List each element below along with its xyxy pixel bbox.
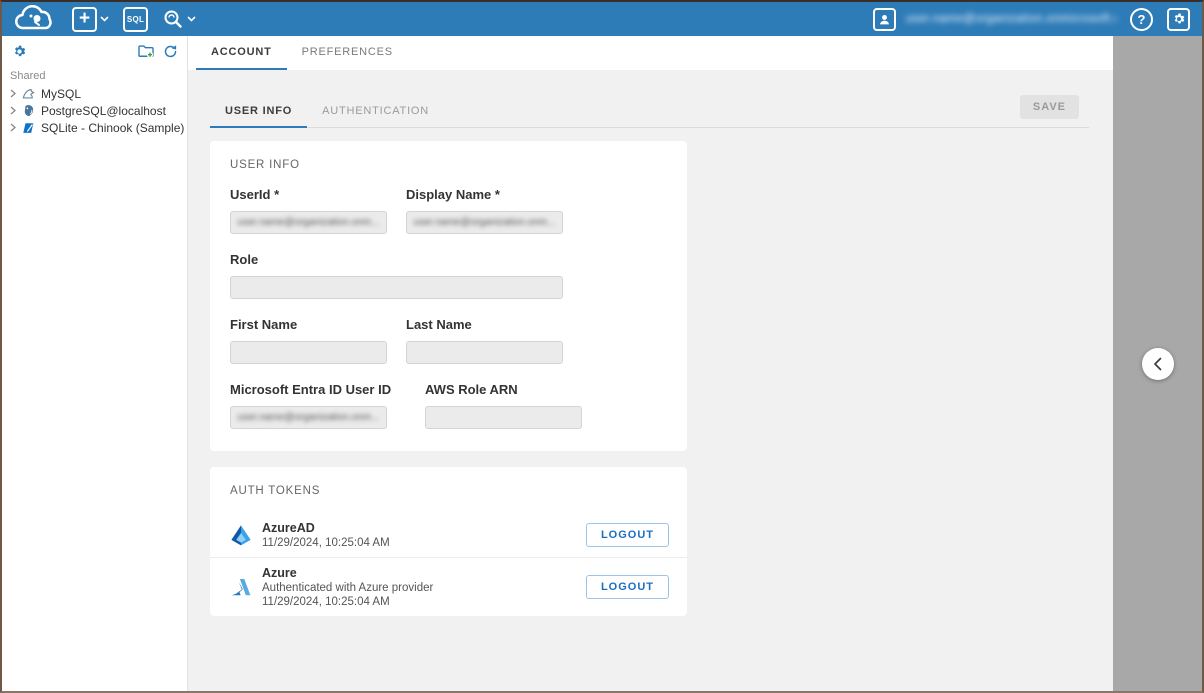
page-tabs: ACCOUNT PREFERENCES (188, 36, 1113, 70)
top-bar: + SQL (2, 2, 1202, 36)
display-name-label: Display Name * (406, 187, 563, 202)
redacted-value: user.name@organization.onm... (238, 412, 380, 423)
postgresql-elephant-icon (22, 103, 37, 118)
tree-section-label: Shared (2, 62, 187, 85)
help-button[interactable]: ? (1130, 8, 1153, 31)
sidebar-toolbar (2, 36, 187, 62)
user-email-redacted: user.name@organization.onmicrosoft.com (906, 13, 1116, 25)
userid-label: UserId * (230, 187, 387, 202)
expand-chevron-icon[interactable] (10, 89, 18, 99)
token-text: AzureAD 11/29/2024, 10:25:04 AM (262, 521, 586, 549)
role-field: Role (230, 252, 563, 299)
entra-id-label: Microsoft Entra ID User ID (230, 382, 410, 397)
user-info-section-title: USER INFO (230, 159, 667, 171)
sqlite-icon (22, 120, 37, 135)
field-row: First Name Last Name (230, 317, 667, 364)
tree-item-postgresql[interactable]: PostgreSQL@localhost (2, 102, 187, 119)
tree-item-label: MySQL (41, 87, 81, 101)
navigation-sidebar: Shared MySQL (2, 36, 188, 691)
entra-id-field: Microsoft Entra ID User ID user.name@org… (230, 382, 410, 429)
app-window: + SQL (0, 0, 1204, 693)
tree-item-mysql[interactable]: MySQL (2, 85, 187, 102)
plus-icon: + (72, 7, 97, 32)
app-body: Shared MySQL (2, 36, 1202, 691)
tree-item-label: SQLite - Chinook (Sample) (41, 121, 184, 135)
azure-icon (230, 576, 252, 598)
entra-id-input[interactable]: user.name@organization.onm... (230, 406, 387, 429)
last-name-label: Last Name (406, 317, 563, 332)
token-text: Azure Authenticated with Azure provider … (262, 566, 586, 608)
redacted-value: user.name@organization.onm... (238, 217, 380, 228)
expand-chevron-icon[interactable] (10, 106, 18, 116)
settings-button[interactable] (1167, 8, 1190, 31)
cloudbeaver-logo-icon (12, 4, 58, 34)
userid-field: UserId * user.name@organization.onm... (230, 187, 387, 234)
token-name: Azure (262, 566, 586, 580)
user-avatar-icon (873, 8, 896, 31)
mysql-dolphin-icon (22, 86, 37, 101)
last-name-field: Last Name (406, 317, 563, 364)
account-subtabs: USER INFO AUTHENTICATION SAVE (210, 92, 1089, 128)
main-area: ACCOUNT PREFERENCES USER INFO AUTHENTICA… (188, 36, 1113, 691)
token-timestamp: 11/29/2024, 10:25:04 AM (262, 596, 586, 608)
role-input[interactable] (230, 276, 563, 299)
auth-tokens-card: AUTH TOKENS AzureAD 11/29/2024, 10:25:04 (210, 467, 687, 616)
refresh-icon (163, 44, 178, 59)
aws-role-arn-input[interactable] (425, 406, 582, 429)
add-folder-button[interactable] (137, 42, 155, 60)
first-name-field: First Name (230, 317, 387, 364)
question-mark-icon: ? (1138, 12, 1146, 27)
folder-plus-icon (138, 44, 154, 58)
token-description: Authenticated with Azure provider (262, 582, 586, 594)
last-name-input[interactable] (406, 341, 563, 364)
account-content: USER INFO AUTHENTICATION SAVE USER INFO … (188, 70, 1113, 691)
tree-item-sqlite[interactable]: SQLite - Chinook (Sample) (2, 119, 187, 136)
topbar-right: user.name@organization.onmicrosoft.com ? (873, 8, 1190, 31)
search-connections-button[interactable] (162, 8, 196, 30)
gear-icon (1172, 12, 1186, 26)
token-name: AzureAD (262, 521, 586, 535)
user-menu[interactable]: user.name@organization.onmicrosoft.com (873, 8, 1116, 31)
field-row: Microsoft Entra ID User ID user.name@org… (230, 382, 667, 429)
sql-editor-button[interactable]: SQL (123, 7, 148, 32)
user-info-card: USER INFO UserId * user.name@organizatio… (210, 141, 687, 451)
topbar-left: + SQL (12, 4, 196, 34)
logout-button[interactable]: LOGOUT (586, 575, 669, 599)
tab-account[interactable]: ACCOUNT (196, 36, 287, 70)
refresh-button[interactable] (161, 42, 179, 60)
expand-panel-button[interactable] (1142, 348, 1174, 380)
aws-role-arn-label: AWS Role ARN (425, 382, 582, 397)
userid-input[interactable]: user.name@organization.onm... (230, 211, 387, 234)
subtab-user-info[interactable]: USER INFO (210, 105, 307, 128)
sidebar-settings-button[interactable] (10, 42, 28, 60)
auth-tokens-section-title: AUTH TOKENS (210, 485, 687, 497)
role-label: Role (230, 252, 563, 267)
aws-role-arn-field: AWS Role ARN (425, 382, 582, 429)
field-row: UserId * user.name@organization.onm... D… (230, 187, 667, 234)
collapsed-right-panel (1113, 36, 1202, 691)
token-row-azure: Azure Authenticated with Azure provider … (210, 557, 687, 616)
field-row: Role (230, 252, 667, 299)
new-connection-button[interactable]: + (72, 7, 109, 32)
azure-ad-icon (230, 524, 252, 546)
gear-icon (12, 44, 27, 59)
token-timestamp: 11/29/2024, 10:25:04 AM (262, 537, 586, 549)
first-name-input[interactable] (230, 341, 387, 364)
chevron-left-icon (1153, 357, 1162, 371)
logout-button[interactable]: LOGOUT (586, 523, 669, 547)
save-button[interactable]: SAVE (1020, 95, 1079, 119)
subtab-authentication[interactable]: AUTHENTICATION (307, 105, 444, 128)
display-name-input[interactable]: user.name@organization.onm... (406, 211, 563, 234)
display-name-field: Display Name * user.name@organization.on… (406, 187, 563, 234)
first-name-label: First Name (230, 317, 387, 332)
tab-preferences[interactable]: PREFERENCES (287, 36, 408, 70)
sql-editor-icon: SQL (123, 7, 148, 32)
chevron-down-icon (187, 16, 196, 22)
search-icon (162, 8, 184, 30)
chevron-down-icon (100, 16, 109, 22)
expand-chevron-icon[interactable] (10, 123, 18, 133)
tree-item-label: PostgreSQL@localhost (41, 104, 166, 118)
token-row-azuread: AzureAD 11/29/2024, 10:25:04 AM LOGOUT (210, 513, 687, 557)
redacted-value: user.name@organization.onm... (414, 217, 556, 228)
